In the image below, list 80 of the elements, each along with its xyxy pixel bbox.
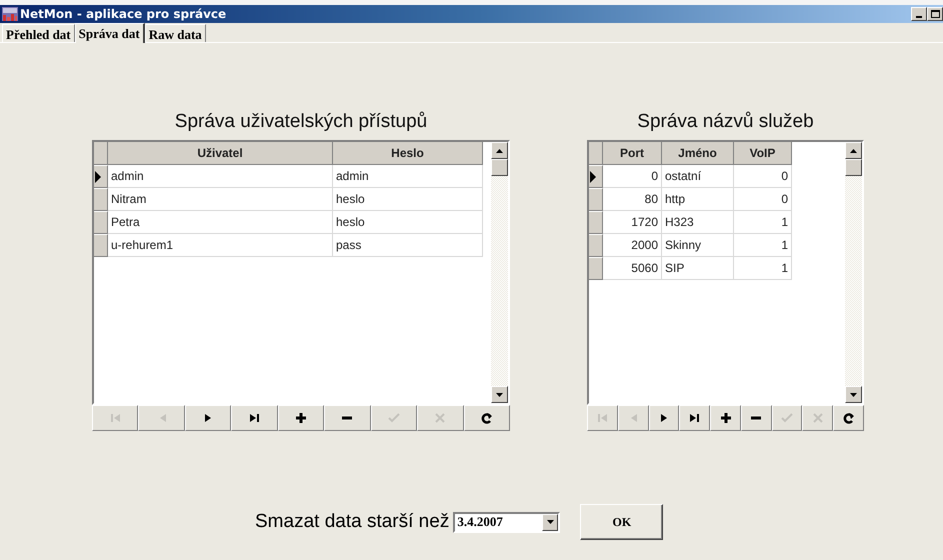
down-arrow-icon bbox=[496, 392, 503, 396]
tab[interactable]: Raw data bbox=[144, 24, 206, 42]
navigator-button[interactable] bbox=[231, 405, 278, 431]
panel-title: Správa názvů služeb bbox=[636, 110, 815, 134]
table-cell: http bbox=[662, 188, 734, 211]
cross-icon bbox=[812, 412, 824, 424]
table-cell: 1 bbox=[734, 234, 792, 257]
checkmark-icon bbox=[388, 412, 400, 424]
up-arrow-icon bbox=[496, 148, 503, 152]
table-cell: 1 bbox=[734, 257, 792, 280]
table-cell: 0 bbox=[734, 188, 792, 211]
scroll-thumb[interactable] bbox=[845, 159, 862, 176]
vertical-scrollbar[interactable] bbox=[491, 142, 508, 403]
table-cell: Skinny bbox=[662, 234, 734, 257]
first-record-icon bbox=[596, 412, 608, 424]
table-cell: 0 bbox=[734, 165, 792, 188]
navigator-button[interactable] bbox=[740, 405, 772, 431]
app-logo-icon bbox=[2, 7, 18, 21]
tab[interactable]: Přehled dat bbox=[2, 24, 75, 42]
cross-icon bbox=[434, 412, 446, 424]
scroll-up-button[interactable] bbox=[491, 142, 508, 159]
maximize-icon bbox=[930, 10, 940, 18]
row-indicator[interactable] bbox=[589, 165, 603, 188]
navigator-button[interactable] bbox=[278, 405, 324, 431]
navigator-button[interactable] bbox=[679, 405, 710, 431]
first-record-icon bbox=[109, 412, 122, 424]
ok-button[interactable]: OK bbox=[580, 504, 664, 540]
caret-icon bbox=[546, 520, 554, 524]
table-cell: H323 bbox=[662, 211, 734, 234]
refresh-icon bbox=[480, 412, 493, 424]
column-header[interactable]: Uživatel bbox=[108, 142, 333, 165]
table-cell: ostatní bbox=[662, 165, 734, 188]
minimize-button[interactable] bbox=[911, 7, 927, 21]
table-cell: SIP bbox=[662, 257, 734, 280]
table-cell: heslo bbox=[333, 188, 483, 211]
table-cell: 80 bbox=[603, 188, 662, 211]
last-record-icon bbox=[248, 412, 261, 424]
plus-icon bbox=[294, 412, 307, 424]
table-cell: heslo bbox=[333, 211, 483, 234]
plus-icon bbox=[720, 412, 732, 424]
current-row-icon bbox=[589, 170, 596, 182]
table-cell: 2000 bbox=[603, 234, 662, 257]
refresh-icon bbox=[842, 412, 855, 424]
window-title: NetMon - aplikace pro správce bbox=[20, 6, 226, 23]
panel-title: Správa uživatelských přístupů bbox=[174, 110, 428, 134]
table-cell: 5060 bbox=[603, 257, 662, 280]
column-header[interactable]: Heslo bbox=[333, 142, 483, 165]
down-arrow-icon bbox=[850, 392, 857, 396]
table-cell: Petra bbox=[108, 211, 333, 234]
navigator-button[interactable] bbox=[648, 405, 680, 431]
column-header[interactable]: Jméno bbox=[662, 142, 734, 165]
row-indicator[interactable] bbox=[94, 165, 108, 188]
table-cell: pass bbox=[333, 234, 483, 257]
table-cell: u-rehurem1 bbox=[108, 234, 333, 257]
checkmark-icon bbox=[781, 412, 794, 424]
last-record-icon bbox=[688, 412, 701, 424]
navigator-button[interactable] bbox=[464, 405, 510, 431]
scroll-down-button[interactable] bbox=[491, 386, 508, 403]
maximize-button[interactable] bbox=[927, 7, 943, 21]
tab[interactable]: Správa dat bbox=[74, 23, 145, 43]
vertical-scrollbar[interactable] bbox=[845, 142, 862, 403]
scroll-down-button[interactable] bbox=[845, 386, 862, 403]
purge-label: Smazat data starší než bbox=[255, 510, 450, 534]
current-row-icon bbox=[94, 170, 101, 182]
navigator-button[interactable] bbox=[710, 405, 741, 431]
scroll-up-button[interactable] bbox=[845, 142, 862, 159]
up-arrow-icon bbox=[850, 148, 857, 152]
table-cell: admin bbox=[333, 165, 483, 188]
table-cell: 1 bbox=[734, 211, 792, 234]
minimize-icon bbox=[916, 16, 922, 18]
table-cell: 1720 bbox=[603, 211, 662, 234]
table-cell: 0 bbox=[603, 165, 662, 188]
scroll-thumb[interactable] bbox=[491, 159, 508, 176]
column-header[interactable]: Port bbox=[603, 142, 662, 165]
column-header[interactable]: VoIP bbox=[734, 142, 792, 165]
navigator-button[interactable] bbox=[324, 405, 371, 431]
navigator-button[interactable] bbox=[833, 405, 864, 431]
date-dropdown[interactable]: 3.4.2007 bbox=[453, 512, 560, 532]
table-cell: Nitram bbox=[108, 188, 333, 211]
table-cell: admin bbox=[108, 165, 333, 188]
